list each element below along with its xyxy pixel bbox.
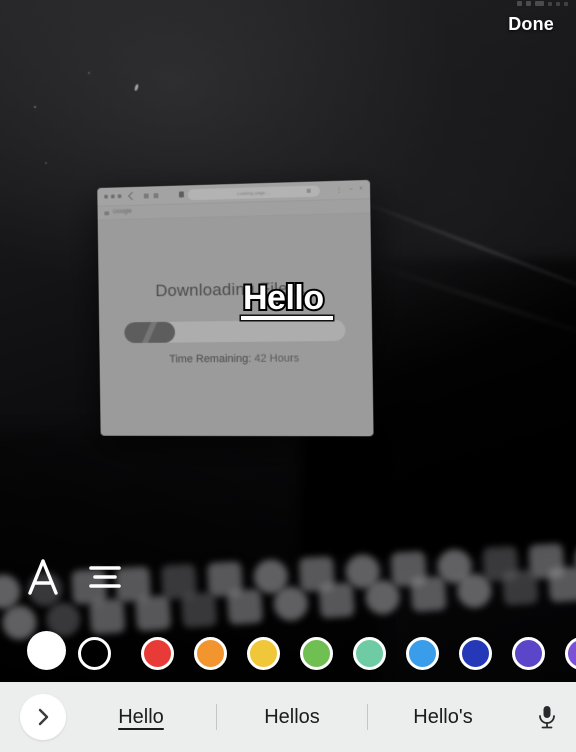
browser-url-bar: Loading page... bbox=[187, 185, 320, 201]
text-overlay[interactable]: Hello bbox=[241, 279, 326, 317]
color-swatch-light-blue[interactable] bbox=[406, 637, 439, 670]
color-swatch-white[interactable] bbox=[27, 631, 66, 670]
microphone-icon[interactable] bbox=[518, 703, 576, 731]
color-swatch-red[interactable] bbox=[141, 637, 174, 670]
letter-a-outline-icon[interactable] bbox=[20, 552, 66, 602]
browser-lock-icon bbox=[178, 191, 184, 198]
browser-reload-icon bbox=[153, 193, 159, 199]
color-swatch-violet[interactable] bbox=[565, 637, 576, 670]
download-eta-row: Time Remaining: 42 Hours bbox=[100, 352, 373, 366]
photo-speck bbox=[45, 162, 47, 164]
signal-icon bbox=[517, 1, 522, 6]
traffic-light-minimize-icon bbox=[110, 194, 115, 199]
status-extra-icon-2 bbox=[556, 1, 560, 6]
color-swatch-purple[interactable] bbox=[512, 637, 545, 670]
color-swatch-green[interactable] bbox=[300, 637, 333, 670]
browser-menu-icon: ⋮ bbox=[336, 187, 343, 195]
text-overlay-underline bbox=[241, 316, 333, 320]
status-bar bbox=[517, 1, 568, 6]
status-extra-icon-3 bbox=[564, 1, 568, 6]
align-center-icon[interactable] bbox=[82, 552, 128, 602]
download-eta-value: 42 Hours bbox=[254, 352, 300, 365]
download-progress-bar bbox=[124, 319, 346, 344]
color-swatch-mint[interactable] bbox=[353, 637, 386, 670]
photo-speck bbox=[88, 72, 90, 74]
color-palette bbox=[0, 626, 576, 674]
done-button[interactable]: Done bbox=[508, 14, 554, 35]
browser-bookmark-star-icon bbox=[306, 188, 311, 193]
wifi-icon bbox=[526, 1, 531, 6]
keyboard-suggestion-bar: Hello Hellos Hello's bbox=[0, 682, 576, 752]
color-swatch-black[interactable] bbox=[78, 637, 111, 670]
suggestion-item-3[interactable]: Hello's bbox=[368, 706, 518, 729]
status-extra-icon bbox=[548, 1, 552, 6]
photo-speck bbox=[133, 83, 140, 92]
suggestion-item-2[interactable]: Hellos bbox=[217, 706, 367, 729]
color-swatch-blue[interactable] bbox=[459, 637, 492, 670]
browser-back-icon bbox=[128, 191, 137, 201]
bookmark-label: Google bbox=[112, 208, 132, 216]
suggestion-item-1[interactable]: Hello bbox=[66, 706, 216, 729]
story-text-editor-screen: Loading page... ⋮ – × Google Downloading… bbox=[0, 0, 576, 752]
download-progress-fill bbox=[124, 321, 176, 344]
download-title: Downloading Files... bbox=[155, 278, 312, 301]
browser-url-text: Loading page... bbox=[237, 189, 270, 196]
bookmark-favicon-icon bbox=[104, 211, 110, 216]
browser-forward-icon bbox=[143, 193, 149, 199]
text-toolbar: Classic Typewriter Handwriting bbox=[0, 552, 576, 604]
browser-minimize-icon: – bbox=[349, 186, 353, 193]
battery-icon bbox=[535, 1, 544, 6]
photo-speck bbox=[34, 106, 36, 108]
suggestion-list: Hello Hellos Hello's bbox=[66, 682, 518, 752]
browser-window-mock: Loading page... ⋮ – × Google Downloading… bbox=[97, 179, 374, 437]
chevron-right-icon[interactable] bbox=[20, 694, 66, 740]
traffic-light-maximize-icon bbox=[117, 194, 122, 199]
color-swatch-yellow[interactable] bbox=[247, 637, 280, 670]
download-eta-label: Time Remaining: bbox=[169, 352, 252, 366]
traffic-light-close-icon bbox=[104, 194, 109, 199]
browser-content: Downloading Files... Time Remaining: 42 … bbox=[97, 213, 374, 436]
color-swatch-orange[interactable] bbox=[194, 637, 227, 670]
browser-close-icon: × bbox=[359, 186, 363, 193]
